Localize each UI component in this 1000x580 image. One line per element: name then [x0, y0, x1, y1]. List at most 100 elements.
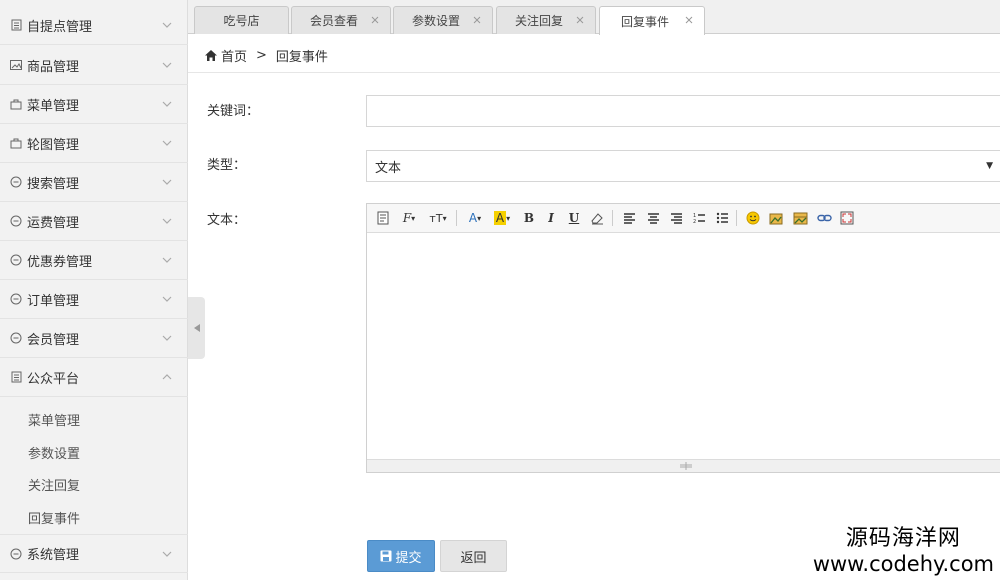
italic-icon[interactable]: I — [543, 210, 559, 226]
document-icon — [10, 19, 22, 31]
toolbar-separator — [612, 210, 613, 226]
sidebar-item-menu[interactable]: 菜单管理 — [0, 85, 188, 124]
sidebar-item-orders[interactable]: 订单管理 — [0, 280, 188, 319]
eraser-icon[interactable] — [589, 210, 605, 226]
chevron-down-icon — [162, 62, 172, 68]
submenu-item-follow-reply[interactable]: 关注回复 — [28, 475, 80, 494]
close-icon[interactable] — [575, 15, 585, 25]
save-icon — [380, 550, 392, 562]
toolbar-separator — [736, 210, 737, 226]
chevron-left-icon — [193, 324, 200, 332]
close-icon[interactable] — [472, 15, 482, 25]
sidebar-item-public-platform[interactable]: 公众平台 — [0, 358, 188, 397]
divider — [188, 72, 1000, 73]
sidebar-collapse-handle[interactable] — [188, 297, 205, 359]
highlight-color-icon[interactable]: A ▾ — [491, 210, 513, 226]
sidebar-item-label: 自提点管理 — [27, 19, 93, 35]
chat-icon — [10, 548, 22, 560]
chevron-up-icon — [162, 374, 172, 380]
chat-icon — [10, 293, 22, 305]
submit-button[interactable]: 提交 — [367, 540, 435, 572]
svg-text:2: 2 — [693, 219, 696, 224]
align-right-icon[interactable] — [668, 210, 684, 226]
tab-label: 会员查看 — [309, 14, 358, 28]
tab-follow-reply[interactable]: 关注回复 — [496, 6, 596, 34]
tab-label: 关注回复 — [514, 14, 563, 28]
font-family-icon[interactable]: F ▾ — [399, 210, 419, 226]
unordered-list-icon[interactable] — [714, 210, 730, 226]
editor-content-area[interactable] — [367, 233, 1000, 461]
image-icon[interactable] — [768, 210, 784, 226]
tab-bar: 吃号店 会员查看 参数设置 关注回复 回复事件 — [188, 0, 1000, 35]
align-left-icon[interactable] — [621, 210, 637, 226]
close-icon[interactable] — [684, 15, 694, 25]
link-icon[interactable] — [816, 210, 832, 226]
align-center-icon[interactable] — [645, 210, 661, 226]
sidebar-item-label: 运费管理 — [27, 215, 80, 231]
chevron-down-icon — [162, 22, 172, 28]
sidebar-item-label: 搜索管理 — [27, 176, 80, 192]
home-icon — [205, 49, 217, 61]
sidebar-item-label: 会员管理 — [27, 332, 80, 348]
image-icon — [10, 59, 22, 71]
sidebar-item-label: 公众平台 — [27, 371, 80, 387]
document-icon — [10, 371, 22, 383]
sidebar-item-label: 商品管理 — [27, 59, 80, 75]
submenu: 菜单管理 参数设置 关注回复 回复事件 — [0, 397, 188, 535]
editor-toolbar: F ▾ тT ▾ A ▾ A ▾ B I U 12 — [367, 204, 1000, 233]
tab-params[interactable]: 参数设置 — [393, 6, 493, 34]
sidebar-item-carousel[interactable]: 轮图管理 — [0, 124, 188, 163]
keyword-label: 关键词： — [207, 104, 260, 119]
submenu-item-reply-event[interactable]: 回复事件 — [28, 508, 80, 527]
close-icon[interactable] — [370, 15, 380, 25]
back-button[interactable]: 返回 — [440, 540, 507, 572]
font-color-icon[interactable]: A ▾ — [465, 210, 485, 226]
sidebar-item-coupon[interactable]: 优惠券管理 — [0, 241, 188, 280]
back-button-label: 返回 — [460, 550, 487, 566]
chat-icon — [10, 176, 22, 188]
breadcrumb-home[interactable]: 首页 — [221, 46, 247, 65]
breadcrumb-separator: > — [256, 47, 267, 63]
submit-button-label: 提交 — [395, 550, 422, 566]
sidebar-item-shipping[interactable]: 运费管理 — [0, 202, 188, 241]
rich-text-editor: F ▾ тT ▾ A ▾ A ▾ B I U 12 — [366, 203, 1000, 473]
fullscreen-icon[interactable] — [839, 210, 855, 226]
chevron-down-icon — [162, 218, 172, 224]
tab-label: 回复事件 — [620, 14, 669, 29]
type-select-value: 文本 — [375, 160, 402, 176]
underline-icon[interactable]: U — [566, 210, 582, 226]
chevron-down-icon — [162, 140, 172, 146]
watermark-name: 源码海洋网 — [845, 526, 961, 551]
font-size-icon[interactable]: тT ▾ — [427, 210, 449, 226]
chat-icon — [10, 254, 22, 266]
sidebar-item-search[interactable]: 搜索管理 — [0, 163, 188, 202]
sidebar: 自提点管理 商品管理 菜单管理 轮图管理 搜索管理 运费管理 优惠券管理 订单管… — [0, 0, 188, 580]
breadcrumb-current: 回复事件 — [275, 49, 328, 65]
sidebar-item-goods[interactable]: 商品管理 — [0, 46, 188, 85]
ordered-list-icon[interactable]: 12 — [691, 210, 707, 226]
multi-image-icon[interactable] — [792, 210, 808, 226]
submenu-item-params[interactable]: 参数设置 — [28, 443, 80, 462]
sidebar-item-pickup[interactable]: 自提点管理 — [0, 6, 188, 45]
chevron-down-icon — [162, 296, 172, 302]
sidebar-item-label: 订单管理 — [27, 293, 80, 309]
source-code-icon[interactable] — [375, 210, 391, 226]
chat-icon — [10, 215, 22, 227]
emoji-icon[interactable] — [745, 210, 761, 226]
tab-reply-event[interactable]: 回复事件 — [599, 6, 705, 35]
tab-shop[interactable]: 吃号店 — [194, 6, 289, 34]
submenu-item-menu[interactable]: 菜单管理 — [28, 410, 80, 429]
chevron-down-icon — [162, 335, 172, 341]
tab-member-view[interactable]: 会员查看 — [291, 6, 391, 34]
sidebar-item-members[interactable]: 会员管理 — [0, 319, 188, 358]
type-select[interactable]: 文本 ▼ — [366, 150, 1000, 182]
resize-grip-icon — [680, 462, 692, 470]
tab-label: 参数设置 — [411, 14, 460, 28]
editor-resize-handle[interactable] — [367, 459, 1000, 472]
sidebar-item-label: 优惠券管理 — [27, 254, 93, 270]
sidebar-item-system[interactable]: 系统管理 — [0, 534, 188, 573]
bold-icon[interactable]: B — [521, 210, 537, 226]
bag-icon — [10, 137, 22, 149]
chevron-down-icon — [162, 257, 172, 263]
keyword-input[interactable] — [366, 95, 1000, 127]
